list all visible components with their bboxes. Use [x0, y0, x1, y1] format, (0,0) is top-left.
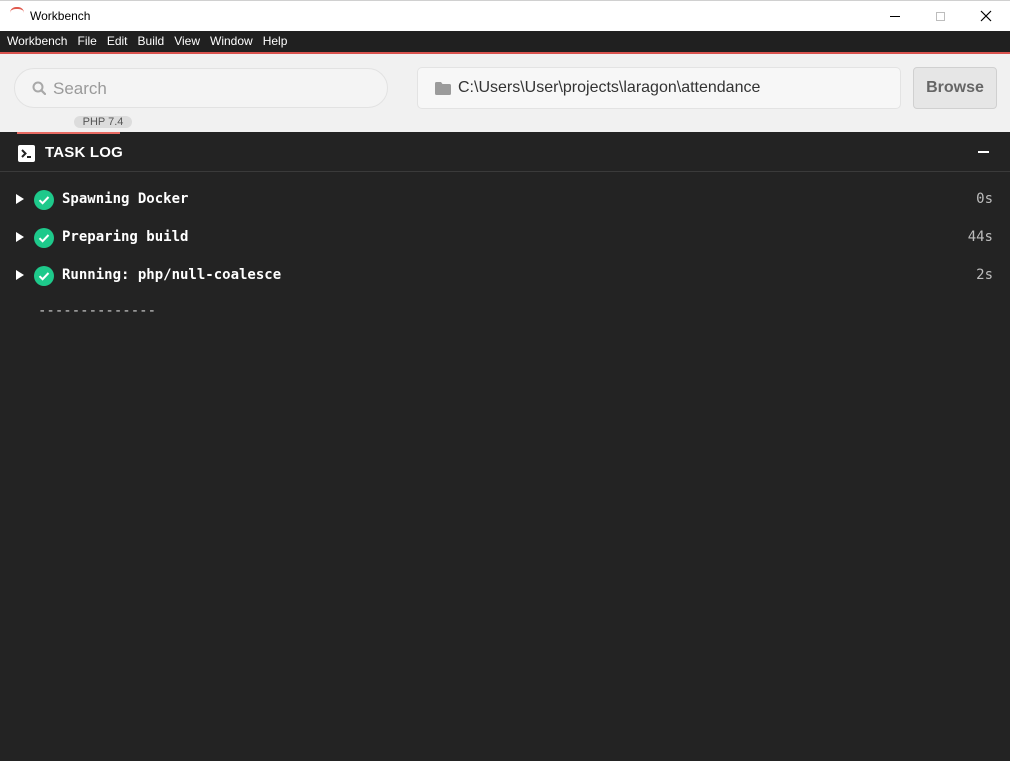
- toolbar: Search C:\Users\User\projects\laragon\at…: [0, 54, 1010, 132]
- caret-right-icon[interactable]: [16, 270, 24, 280]
- browse-button[interactable]: Browse: [913, 67, 997, 109]
- task-log-header: TASK LOG: [0, 134, 1010, 172]
- minimize-icon: [890, 15, 900, 17]
- task-duration: 0s: [976, 191, 993, 207]
- minimize-button[interactable]: [872, 1, 918, 31]
- menu-edit[interactable]: Edit: [102, 31, 133, 52]
- task-label: Running: php/null-coalesce: [62, 267, 282, 283]
- php-version-badge: PHP 7.4: [74, 116, 132, 128]
- folder-icon: [435, 82, 451, 95]
- caret-right-icon[interactable]: [16, 232, 24, 242]
- menu-build[interactable]: Build: [133, 31, 170, 52]
- task-duration: 2s: [976, 267, 993, 283]
- check-circle-icon: [34, 190, 54, 210]
- close-button[interactable]: [963, 1, 1009, 31]
- menu-bar: Workbench File Edit Build View Window He…: [0, 31, 1010, 52]
- title-bar: Workbench: [0, 0, 1010, 31]
- maximize-button[interactable]: [917, 1, 963, 31]
- task-row-preparing-build[interactable]: Preparing build 44s: [0, 220, 1010, 258]
- project-path-value: C:\Users\User\projects\laragon\attendanc…: [458, 79, 761, 96]
- menu-help[interactable]: Help: [258, 31, 293, 52]
- task-duration: 44s: [967, 229, 993, 245]
- app-icon: [10, 7, 24, 13]
- task-row-spawning-docker[interactable]: Spawning Docker 0s: [0, 182, 1010, 220]
- maximize-icon: [935, 11, 945, 21]
- task-list: Spawning Docker 0s Preparing build 44s R…: [0, 182, 1010, 296]
- check-circle-icon: [34, 228, 54, 248]
- search-icon: [32, 81, 46, 95]
- task-log-title: TASK LOG: [45, 144, 123, 161]
- check-circle-icon: [34, 266, 54, 286]
- caret-right-icon[interactable]: [16, 194, 24, 204]
- close-icon: [980, 10, 992, 22]
- task-row-running-php-null-coalesce[interactable]: Running: php/null-coalesce 2s: [0, 258, 1010, 296]
- task-label: Spawning Docker: [62, 191, 189, 207]
- log-separator: --------------: [38, 303, 157, 319]
- menu-view[interactable]: View: [169, 31, 205, 52]
- window-title: Workbench: [30, 9, 91, 23]
- menu-workbench[interactable]: Workbench: [2, 31, 72, 52]
- terminal-icon: [18, 145, 35, 162]
- task-log-panel: TASK LOG Spawning Docker 0s Preparing bu…: [0, 132, 1010, 761]
- search-input[interactable]: Search: [14, 68, 388, 108]
- task-label: Preparing build: [62, 229, 189, 245]
- project-path-field[interactable]: C:\Users\User\projects\laragon\attendanc…: [417, 67, 901, 109]
- search-placeholder: Search: [53, 79, 107, 98]
- collapse-panel-button[interactable]: [975, 143, 991, 161]
- menu-window[interactable]: Window: [205, 31, 258, 52]
- menu-file[interactable]: File: [72, 31, 101, 52]
- minus-icon: [977, 151, 989, 153]
